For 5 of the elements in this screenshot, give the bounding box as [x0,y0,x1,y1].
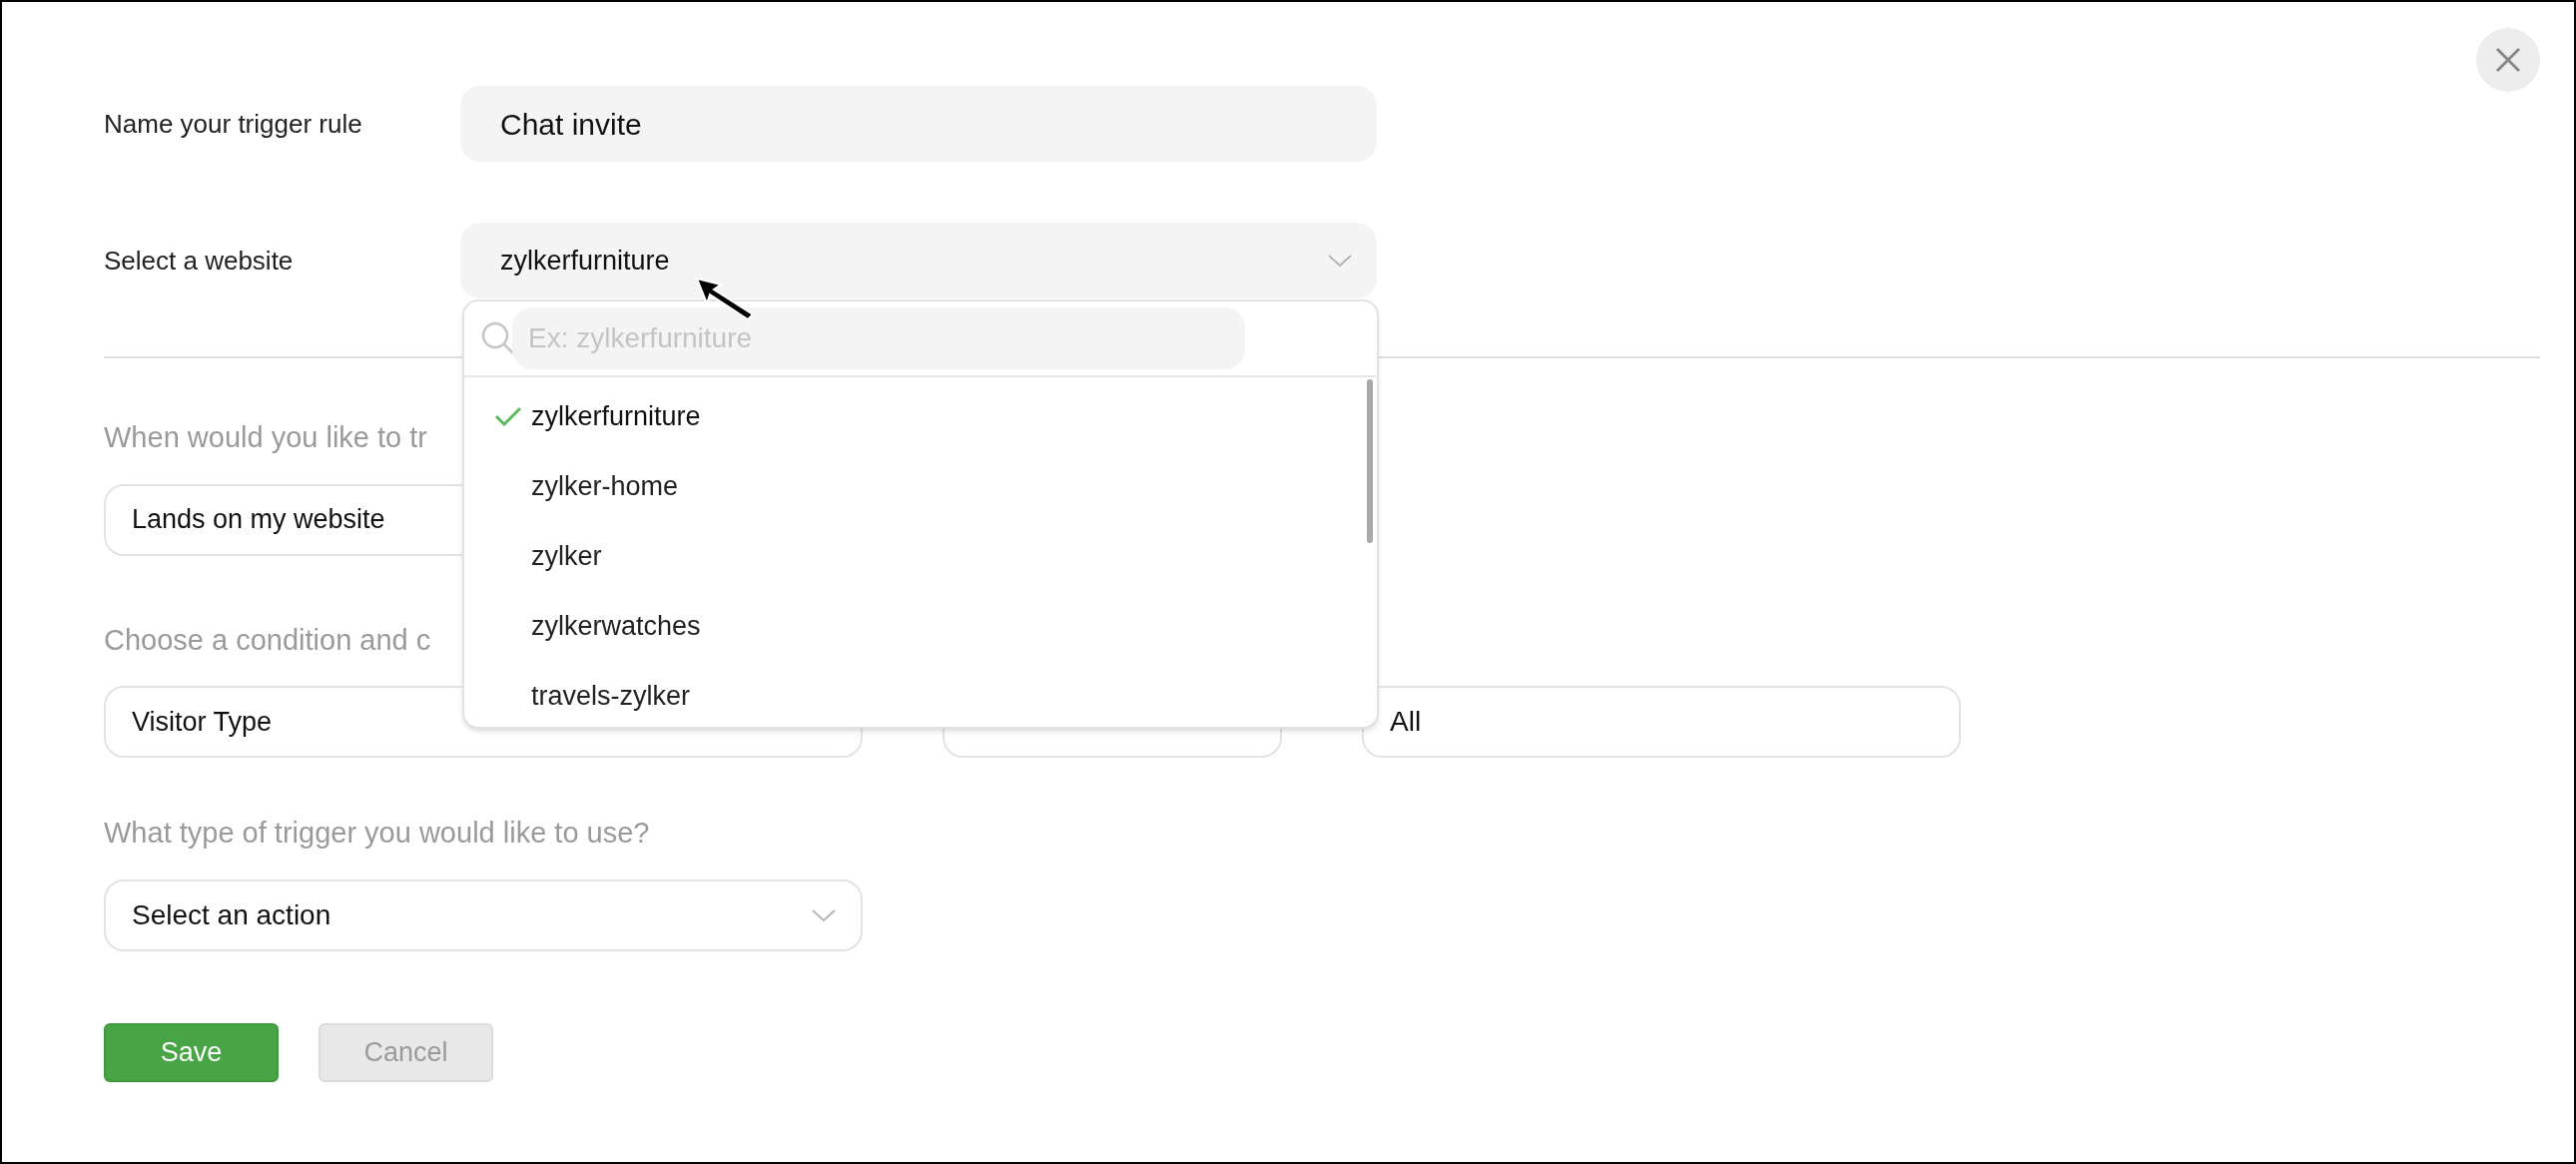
section-heading: When would you like to tr [104,420,427,455]
field-label: Select a website [104,244,295,278]
section-heading: Choose a condition and c [104,622,431,658]
field-label: Name your trigger rule [104,107,363,141]
section-heading: What type of trigger you would like to use? [104,816,650,851]
